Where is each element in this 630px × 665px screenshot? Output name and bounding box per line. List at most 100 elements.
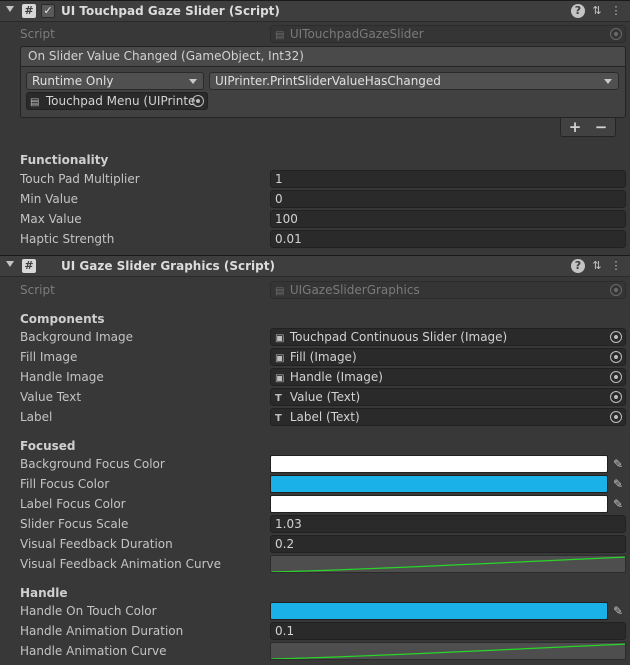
label-focus-color-label: Label Focus Color [20,497,126,511]
eyedropper-icon[interactable]: ✎ [610,455,626,473]
image-icon: ▣ [275,373,285,384]
object-picker-icon[interactable] [192,95,204,107]
handle-animation-curve-field[interactable] [270,642,626,660]
object-picker-icon[interactable] [610,351,622,363]
handle-animation-duration-label: Handle Animation Duration [20,624,184,638]
min-value-field[interactable]: 0 [270,190,626,208]
foldout-arrow-icon[interactable] [6,261,14,267]
script-label: Script [20,27,55,41]
event-target-value: Touchpad Menu (UIPrinte [45,94,196,108]
background-image-label: Background Image [20,330,133,344]
fill-focus-color-swatch[interactable] [270,475,608,493]
section-components: Components [20,312,105,326]
event-target-field[interactable]: ▤ Touchpad Menu (UIPrinte [26,92,208,110]
curve-preview [271,643,625,659]
script-label: Script [20,283,55,297]
component-header-touchpad-gaze-slider[interactable]: # ✓ UI Touchpad Gaze Slider (Script) ? ⇅… [0,0,630,22]
fill-image-label: Fill Image [20,350,78,364]
script-icon: # [22,259,36,273]
context-menu-icon[interactable]: ⋮ [609,4,623,18]
event-header: On Slider Value Changed (GameObject, Int… [20,46,626,67]
handle-image-field[interactable]: ▣ Handle (Image) [270,368,626,386]
fill-image-field[interactable]: ▣ Fill (Image) [270,348,626,366]
slider-focus-scale-label: Slider Focus Scale [20,517,129,531]
label-field[interactable]: T Label (Text) [270,408,626,426]
curve-preview [271,556,625,572]
help-icon[interactable]: ? [571,259,585,273]
label-field-label: Label [20,410,53,424]
text-icon: T [275,393,282,404]
handle-on-touch-color-swatch[interactable] [270,602,608,620]
visual-feedback-animation-curve-label: Visual Feedback Animation Curve [20,557,221,571]
touch-pad-multiplier-label: Touch Pad Multiplier [20,172,140,186]
value-text-value: Value (Text) [289,390,361,404]
foldout-arrow-icon[interactable] [6,6,14,12]
background-image-field[interactable]: ▣ Touchpad Continuous Slider (Image) [270,328,626,346]
object-picker-icon[interactable] [610,411,622,423]
script-field: ▤ UIGazeSliderGraphics [270,281,626,299]
image-icon: ▣ [275,353,285,364]
script-file-icon: ▤ [275,286,285,297]
eyedropper-icon[interactable]: ✎ [610,475,626,493]
dropdown-arrow-icon [604,79,612,84]
max-value-field[interactable]: 100 [270,210,626,228]
label-value: Label (Text) [289,410,360,424]
script-file-icon: ▤ [275,30,285,41]
value-text-label: Value Text [20,390,82,404]
text-icon: T [275,413,282,424]
section-handle: Handle [20,586,68,600]
max-value-label: Max Value [20,212,82,226]
fill-focus-color-label: Fill Focus Color [20,477,110,491]
component-title: UI Gaze Slider Graphics (Script) [61,259,275,273]
script-value: UIGazeSliderGraphics [289,283,420,297]
object-picker-icon[interactable] [610,371,622,383]
context-menu-icon[interactable]: ⋮ [609,259,623,273]
value-text-field[interactable]: T Value (Text) [270,388,626,406]
section-focused: Focused [20,439,76,453]
script-icon: # [22,4,36,18]
min-value-label: Min Value [20,192,79,206]
eyedropper-icon[interactable]: ✎ [610,495,626,513]
section-functionality: Functionality [20,153,109,167]
touch-pad-multiplier-field[interactable]: 1 [270,170,626,188]
haptic-strength-label: Haptic Strength [20,232,115,246]
object-picker-icon[interactable] [610,331,622,343]
visual-feedback-animation-curve-field[interactable] [270,555,626,573]
label-focus-color-swatch[interactable] [270,495,608,513]
add-listener-button[interactable]: + [563,118,587,136]
object-picker-icon[interactable] [610,391,622,403]
handle-animation-curve-label: Handle Animation Curve [20,644,167,658]
visual-feedback-duration-field[interactable]: 0.2 [270,535,626,553]
presets-icon[interactable]: ⇅ [590,4,604,18]
haptic-strength-field[interactable]: 0.01 [270,230,626,248]
function-dropdown[interactable]: UIPrinter.PrintSliderValueHasChanged [209,72,619,90]
dropdown-arrow-icon [189,79,197,84]
slider-focus-scale-field[interactable]: 1.03 [270,515,626,533]
background-focus-color-swatch[interactable] [270,455,608,473]
component-title: UI Touchpad Gaze Slider (Script) [61,4,280,18]
background-focus-color-label: Background Focus Color [20,457,165,471]
event-add-remove: + − [560,118,616,137]
remove-listener-button[interactable]: − [589,118,613,136]
object-picker-icon [610,28,622,40]
enabled-checkbox[interactable]: ✓ [41,4,55,18]
handle-image-label: Handle Image [20,370,104,384]
visual-feedback-duration-label: Visual Feedback Duration [20,537,173,551]
runtime-dropdown[interactable]: Runtime Only [26,72,204,90]
runtime-dropdown-label: Runtime Only [32,74,114,88]
function-dropdown-label: UIPrinter.PrintSliderValueHasChanged [215,74,441,88]
object-picker-icon [610,284,622,296]
handle-image-value: Handle (Image) [289,370,383,384]
gameobject-icon: ▤ [30,97,40,108]
eyedropper-icon[interactable]: ✎ [610,602,626,620]
image-icon: ▣ [275,333,285,344]
script-value: UITouchpadGazeSlider [289,27,424,41]
handle-animation-duration-field[interactable]: 0.1 [270,622,626,640]
presets-icon[interactable]: ⇅ [590,259,604,273]
script-field: ▤ UITouchpadGazeSlider [270,25,626,43]
handle-on-touch-color-label: Handle On Touch Color [20,604,157,618]
fill-image-value: Fill (Image) [289,350,357,364]
background-image-value: Touchpad Continuous Slider (Image) [289,330,508,344]
component-header-gaze-slider-graphics[interactable]: # UI Gaze Slider Graphics (Script) ? ⇅ ⋮ [0,255,630,277]
help-icon[interactable]: ? [571,4,585,18]
